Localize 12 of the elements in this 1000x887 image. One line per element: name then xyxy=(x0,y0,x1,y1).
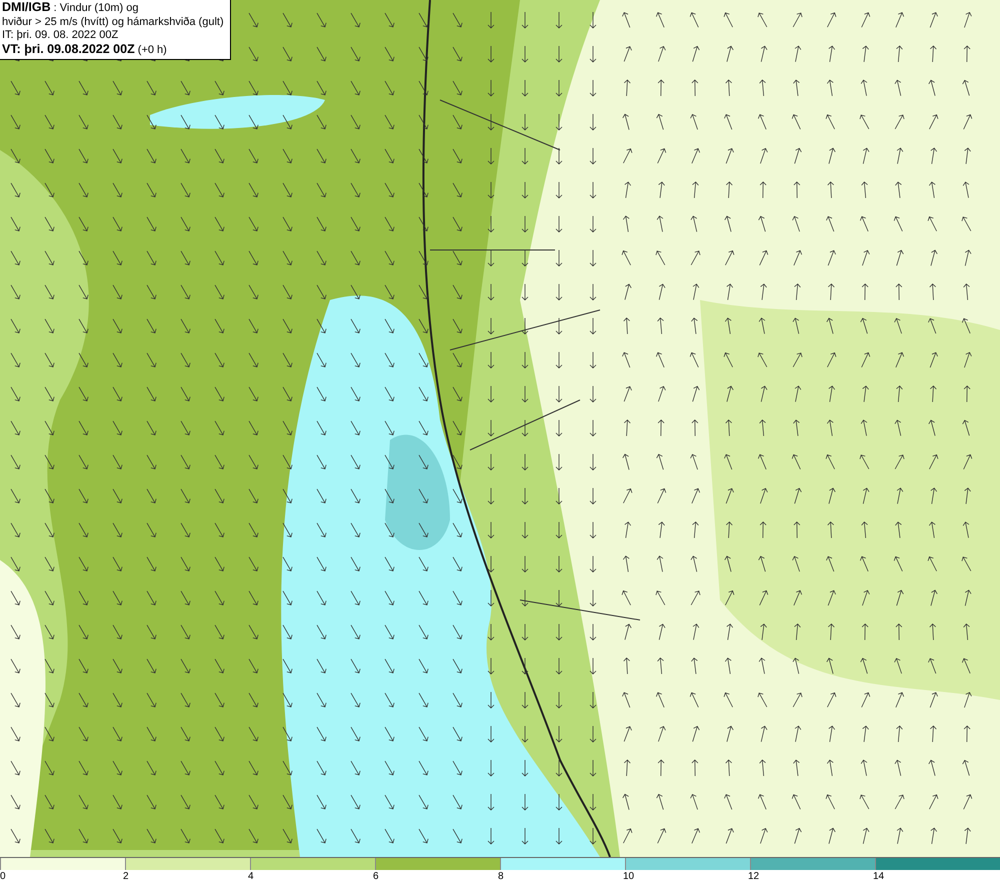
valid-time: VT: þri. 09.08.2022 00Z (+0 h) xyxy=(2,42,168,57)
legend-label: 12 xyxy=(748,870,760,884)
legend-label: 10 xyxy=(623,870,634,884)
legend-label: 8 xyxy=(498,870,504,884)
legend-label: 0 xyxy=(0,870,6,884)
legend-label: 6 xyxy=(373,870,379,884)
map-subtitle: hviður > 25 m/s (hvítt) og hámarkshviða (gult) xyxy=(2,16,225,29)
legend-label: 14 xyxy=(873,870,884,884)
issue-time: IT: þri. 09. 08. 2022 00Z xyxy=(2,29,120,42)
legend-label: 2 xyxy=(123,870,129,884)
map-title: DMI/IGB : Vindur (10m) og xyxy=(2,1,140,16)
legend-label: 4 xyxy=(248,870,254,884)
